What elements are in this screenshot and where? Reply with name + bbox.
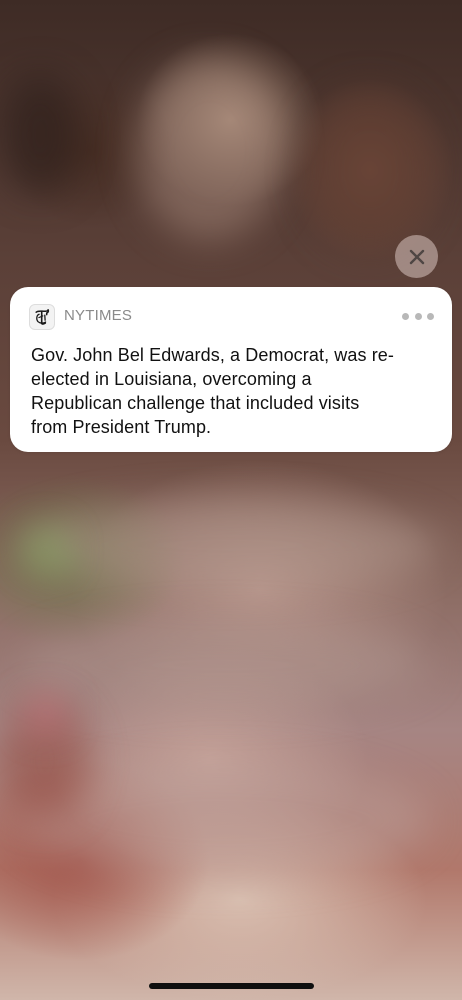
- background-blur-region: [28, 695, 64, 731]
- notification-card[interactable]: NYTIMES Gov. John Bel Edwards, a Democra…: [10, 287, 452, 452]
- background-blur-region: [26, 530, 66, 570]
- more-options-icon: [402, 312, 409, 320]
- blurred-lock-screen-background: [0, 0, 462, 1000]
- background-blur-region: [20, 620, 430, 710]
- close-notification-button[interactable]: [395, 235, 438, 278]
- nytimes-logo-icon: [29, 304, 55, 330]
- notification-message: Gov. John Bel Edwards, a Democrat, was r…: [31, 343, 433, 439]
- background-blur-region: [135, 60, 285, 240]
- more-options-button[interactable]: [402, 309, 434, 323]
- background-blur-region: [305, 90, 435, 250]
- more-options-icon: [427, 312, 434, 320]
- notification-message-line: Gov. John Bel Edwards, a Democrat, was r…: [31, 345, 395, 365]
- more-options-icon: [414, 312, 422, 320]
- background-blur-region: [20, 500, 440, 590]
- home-indicator[interactable]: [149, 983, 314, 989]
- notification-message-line: from President Trump.: [31, 417, 212, 437]
- notification-message-line: elected in Louisiana, overcoming a: [31, 369, 312, 389]
- notification-message-line: Republican challenge that included visit…: [31, 393, 360, 413]
- close-icon: [409, 249, 424, 264]
- notification-app-name: NYTIMES: [64, 307, 133, 324]
- background-blur-region: [0, 75, 80, 195]
